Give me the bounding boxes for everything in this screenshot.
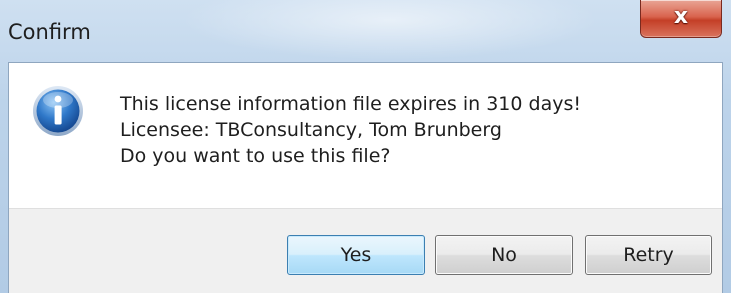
message-line: Do you want to use this file?: [120, 145, 391, 167]
retry-button[interactable]: Retry: [585, 235, 712, 275]
message-line: Licensee: TBConsultancy, Tom Brunberg: [120, 119, 502, 141]
no-button[interactable]: No: [435, 235, 573, 275]
message-area: This license information file expires in…: [9, 63, 722, 208]
window-title: Confirm: [8, 20, 91, 44]
close-button[interactable]: x: [640, 0, 722, 38]
message-line: This license information file expires in…: [120, 93, 581, 115]
button-bar: Yes No Retry: [9, 208, 722, 293]
confirm-dialog: Confirm x This license information file …: [0, 0, 731, 293]
title-bar[interactable]: Confirm x: [0, 0, 731, 62]
dialog-body: This license information file expires in…: [8, 62, 723, 293]
close-icon: x: [673, 4, 689, 29]
yes-button[interactable]: Yes: [287, 235, 425, 275]
message-text: This license information file expires in…: [120, 91, 581, 169]
info-icon: [33, 86, 83, 136]
